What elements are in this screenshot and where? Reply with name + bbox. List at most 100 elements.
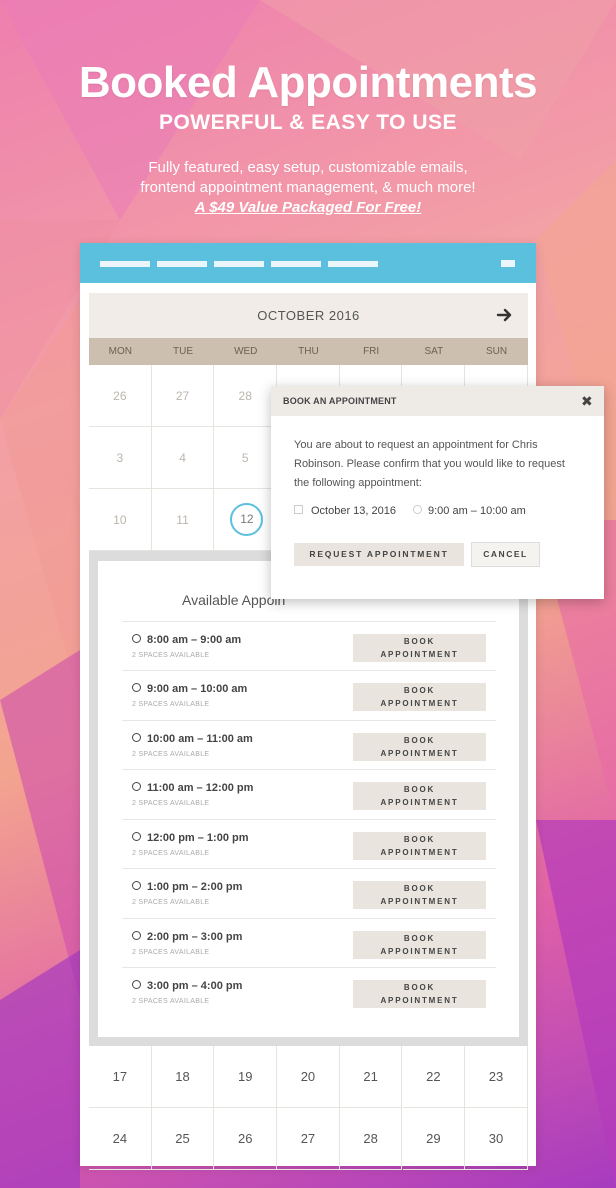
weekday-bar: MON TUE WED THU FRI SAT SUN — [89, 338, 528, 365]
time-slot: 12:00 pm – 1:00 pm 2 SPACES AVAILABLE BO… — [122, 819, 496, 868]
slot-time: 8:00 am – 9:00 am — [132, 634, 241, 646]
clock-icon — [132, 733, 141, 742]
nav-item[interactable] — [271, 261, 321, 267]
nav-item[interactable] — [157, 261, 207, 267]
clock-icon — [132, 634, 141, 643]
calendar-day[interactable]: 11 — [151, 489, 215, 551]
modal-message-line: Robinson. Please confirm that you would … — [294, 458, 565, 470]
button-label: APPOINTMENT — [380, 650, 459, 659]
hero-subtitle: POWERFUL & EASY TO USE — [158, 111, 458, 134]
slot-time: 1:00 pm – 2:00 pm — [132, 881, 242, 893]
appointment-date-text: October 13, 2016 — [311, 505, 397, 517]
weekday-label: SUN — [485, 346, 508, 357]
calendar-day[interactable]: 27 — [277, 1108, 340, 1170]
calendar-day[interactable]: 26 — [214, 1108, 278, 1170]
slot-time-text: 10:00 am – 11:00 am — [147, 733, 253, 745]
calendar-day[interactable]: 30 — [465, 1108, 528, 1170]
calendar-day[interactable]: 26 — [89, 365, 152, 427]
slot-spaces: 2 SPACES AVAILABLE — [132, 949, 210, 956]
calendar-day[interactable]: 29 — [402, 1108, 466, 1170]
calendar-day[interactable]: 4 — [151, 427, 215, 489]
book-appointment-button[interactable]: BOOK APPOINTMENT — [353, 683, 486, 711]
appointment-time: 9:00 am – 10:00 am — [413, 505, 526, 517]
button-label: BOOK — [403, 785, 436, 794]
book-appointment-button[interactable]: BOOK APPOINTMENT — [353, 980, 486, 1008]
time-slot: 1:00 pm – 2:00 pm 2 SPACES AVAILABLE BOO… — [122, 868, 496, 917]
time-slot: 9:00 am – 10:00 am 2 SPACES AVAILABLE BO… — [122, 670, 496, 719]
button-label: APPOINTMENT — [380, 996, 459, 1005]
top-nav-bar — [80, 243, 536, 283]
cancel-button[interactable]: CANCEL — [471, 542, 540, 567]
calendar-icon — [294, 505, 303, 514]
calendar-day[interactable]: 10 — [89, 489, 152, 551]
nav-item[interactable] — [328, 261, 378, 267]
slot-spaces: 2 SPACES AVAILABLE — [132, 701, 210, 708]
calendar-day[interactable]: 19 — [214, 1046, 278, 1108]
clock-icon — [413, 505, 422, 514]
book-appointment-button[interactable]: BOOK APPOINTMENT — [353, 931, 486, 959]
button-label: APPOINTMENT — [380, 947, 459, 956]
calendar-day[interactable]: 3 — [89, 427, 152, 489]
time-slot: 8:00 am – 9:00 am 2 SPACES AVAILABLE BOO… — [122, 621, 496, 670]
value-link[interactable]: A $49 Value Packaged For Free! — [0, 199, 616, 216]
clock-icon — [132, 980, 141, 989]
calendar-day[interactable]: 24 — [89, 1108, 152, 1170]
close-icon[interactable]: ✖ — [581, 393, 593, 410]
slot-time-text: 1:00 pm – 2:00 pm — [147, 881, 243, 893]
weekday-label: FRI — [363, 346, 380, 357]
hero-title: Booked Appointments — [78, 58, 538, 107]
slot-spaces: 2 SPACES AVAILABLE — [132, 998, 210, 1005]
calendar-day[interactable]: 5 — [214, 427, 278, 489]
slot-time-text: 11:00 am – 12:00 pm — [147, 782, 254, 794]
button-label: APPOINTMENT — [380, 848, 459, 857]
calendar-day[interactable]: 20 — [277, 1046, 340, 1108]
slot-spaces: 2 SPACES AVAILABLE — [132, 652, 210, 659]
slot-time-text: 12:00 pm – 1:00 pm — [147, 832, 249, 844]
slot-time-text: 2:00 pm – 3:00 pm — [147, 931, 243, 943]
calendar-day[interactable]: 18 — [151, 1046, 215, 1108]
arrow-right-icon[interactable] — [495, 305, 515, 325]
weekday-label: MON — [108, 346, 133, 357]
weekday-label: TUE — [173, 346, 194, 357]
time-slot: 11:00 am – 12:00 pm 2 SPACES AVAILABLE B… — [122, 769, 496, 818]
calendar-day-selected[interactable]: 12 — [214, 489, 278, 551]
button-label: APPOINTMENT — [380, 699, 459, 708]
book-appointment-button[interactable]: BOOK APPOINTMENT — [353, 733, 486, 761]
slot-spaces: 2 SPACES AVAILABLE — [132, 751, 210, 758]
time-slot: 3:00 pm – 4:00 pm 2 SPACES AVAILABLE BOO… — [122, 967, 496, 1016]
button-label: BOOK — [403, 835, 436, 844]
button-label: BOOK — [403, 884, 436, 893]
button-label: BOOK — [403, 736, 436, 745]
weekday-label: THU — [298, 346, 319, 357]
slot-time: 2:00 pm – 3:00 pm — [132, 931, 242, 943]
calendar-day[interactable]: 25 — [151, 1108, 215, 1170]
time-slot: 2:00 pm – 3:00 pm 2 SPACES AVAILABLE BOO… — [122, 918, 496, 967]
request-appointment-button[interactable]: REQUEST APPOINTMENT — [294, 543, 464, 566]
clock-icon — [132, 782, 141, 791]
weekday-label: SAT — [424, 346, 444, 357]
calendar-day[interactable]: 21 — [339, 1046, 403, 1108]
app-mockup: OCTOBER 2016 MON TUE WED THU FRI SAT SUN… — [80, 243, 536, 1170]
panel-title: Available Appoin — [182, 592, 286, 608]
calendar-day[interactable]: 28 — [214, 365, 278, 427]
calendar-day[interactable]: 27 — [151, 365, 215, 427]
calendar-day[interactable]: 28 — [339, 1108, 403, 1170]
calendar-day[interactable]: 22 — [402, 1046, 466, 1108]
button-label: BOOK — [403, 637, 436, 646]
book-appointment-button[interactable]: BOOK APPOINTMENT — [353, 832, 486, 860]
selected-date-ring: 12 — [230, 503, 264, 536]
calendar-day[interactable]: 17 — [89, 1046, 152, 1108]
time-slot: 10:00 am – 11:00 am 2 SPACES AVAILABLE B… — [122, 720, 496, 769]
book-appointment-button[interactable]: BOOK APPOINTMENT — [353, 782, 486, 810]
book-appointment-button[interactable]: BOOK APPOINTMENT — [353, 881, 486, 909]
hero-desc-line: frontend appointment management, & much … — [140, 179, 476, 196]
nav-item[interactable] — [100, 261, 150, 267]
book-appointment-button[interactable]: BOOK APPOINTMENT — [353, 634, 486, 662]
menu-icon[interactable] — [501, 260, 515, 267]
slot-time: 11:00 am – 12:00 pm — [132, 782, 253, 794]
hero-desc-line: Fully featured, easy setup, customizable… — [148, 159, 468, 176]
calendar-day[interactable]: 23 — [465, 1046, 528, 1108]
appointments-panel-wrap: Available Appoin 8:00 am – 9:00 am 2 SPA… — [89, 551, 528, 1046]
modal-message-line: the following appointment: — [294, 477, 422, 489]
nav-item[interactable] — [214, 261, 264, 267]
